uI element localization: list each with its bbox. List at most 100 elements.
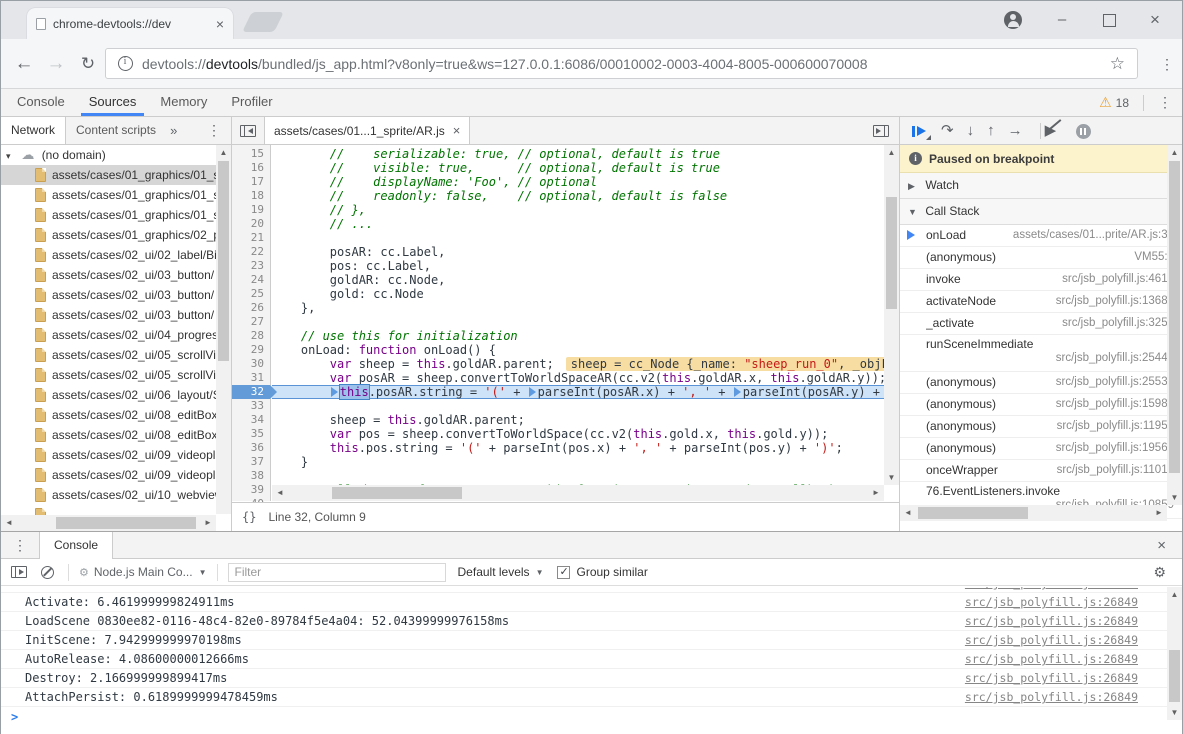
call-stack-frame[interactable]: (anonymous)src/jsb_polyfill.js:11958 [900,416,1182,438]
editor-vertical-scrollbar[interactable]: ▲ ▼ [884,145,899,485]
collapsed-icon[interactable]: ▶ [908,174,922,199]
call-stack-frame[interactable]: (anonymous)src/jsb_polyfill.js:25536 [900,372,1182,394]
collapse-navigator-icon[interactable] [240,125,256,137]
editor-horizontal-scrollbar[interactable]: ◄ ► [272,485,884,501]
console-vertical-scrollbar[interactable]: ▲ ▼ [1167,587,1182,720]
gutter-line-number[interactable]: 28 [232,329,270,343]
file-tree-item[interactable]: assets/cases/02_ui/03_button/ [1,285,231,305]
source-location-link[interactable]: src/jsb_polyfill.js:26849 [953,631,1138,649]
file-tree-item[interactable]: assets/cases/02_ui/08_editBox [1,425,231,445]
minimize-button[interactable]: – [1047,9,1077,31]
gutter-line-number[interactable]: 21 [232,231,270,245]
deactivate-breakpoints-icon[interactable]: ▶ [1045,118,1063,144]
tab-close-icon[interactable]: × [216,16,224,32]
gutter-line-number[interactable]: 19 [232,203,270,217]
profile-icon[interactable] [1004,11,1022,29]
file-tree-item[interactable]: assets/cases/02_ui/10_webview [1,485,231,505]
call-stack-frame[interactable]: activateNodesrc/jsb_polyfill.js:13682 [900,291,1182,313]
source-location-link[interactable]: src/jsb_polyfill.js:26849 [953,612,1138,630]
file-tree-item[interactable]: assets/cases/02_ui/06_layout/S [1,385,231,405]
expanded-icon[interactable]: ▼ [908,200,922,225]
gutter-line-number[interactable]: 36 [232,441,270,455]
browser-tab[interactable]: chrome-devtools://dev × [27,8,233,39]
file-tree-item[interactable]: assets/cases/01_graphics/02_p [1,225,231,245]
gutter-line-number[interactable]: 32 [232,385,270,399]
log-levels-dropdown[interactable]: Default levels ▼ [458,565,544,579]
scrollbar-thumb[interactable] [918,507,1028,519]
file-tree-item[interactable]: assets/cases/02_ui/02_label/Bi [1,245,231,265]
navigator-tab-network[interactable]: Network [1,117,66,144]
editor-tab[interactable]: assets/cases/01...1_sprite/AR.js × [264,117,470,144]
clear-console-icon[interactable] [41,566,54,579]
file-tree-item[interactable]: assets/cases/01_graphics/01_s [1,185,231,205]
gutter-line-number[interactable]: 24 [232,273,270,287]
sidebar-vertical-scrollbar[interactable]: ▲ ▼ [1167,145,1182,505]
file-tree-item[interactable]: assets/cases/02_ui/04_progres [1,325,231,345]
gutter-line-number[interactable]: 39 [232,483,270,497]
gutter-line-number[interactable]: 18 [232,189,270,203]
file-tree-item[interactable]: assets/cases/02_ui/05_scrollVi [1,365,231,385]
tab-memory[interactable]: Memory [152,89,215,116]
editor-code-area[interactable]: // serializable: true, // optional, defa… [272,145,884,501]
warning-badge[interactable]: ⚠ 18 [1099,94,1129,111]
file-tree-vertical-scrollbar[interactable]: ▲ [216,145,231,514]
inline-breakpoint-marker-icon[interactable] [734,387,741,397]
file-tree-item[interactable]: assets/cases/02_ui/09_videopl [1,465,231,485]
gutter-line-number[interactable]: 16 [232,161,270,175]
info-icon[interactable] [118,56,133,71]
scrollbar-thumb[interactable] [886,197,897,309]
inline-breakpoint-marker-icon[interactable] [529,387,536,397]
bookmark-star-icon[interactable]: ☆ [1110,54,1125,74]
gutter-line-number[interactable]: 26 [232,301,270,315]
frame-location[interactable]: src/jsb_polyfill.js:11958 [1049,416,1174,437]
call-stack-frame[interactable]: _activatesrc/jsb_polyfill.js:3258 [900,313,1182,335]
editor-tab-close-icon[interactable]: × [453,123,461,138]
gutter-line-number[interactable]: 17 [232,175,270,189]
watch-section-header[interactable]: ▶ Watch [900,173,1182,199]
back-icon[interactable]: ← [11,39,37,89]
frame-location[interactable]: src/jsb_polyfill.js:4610 [1054,269,1174,290]
group-similar-option[interactable]: Group similar [557,565,647,579]
file-tree-item[interactable]: assets/cases/02_ui/09_videopl [1,445,231,465]
gutter-line-number[interactable]: 30 [232,357,270,371]
call-stack-frame[interactable]: (anonymous)src/jsb_polyfill.js:15981 [900,394,1182,416]
source-location-link[interactable]: src/jsb_polyfill.js:26849 [953,593,1138,611]
drawer-close-icon[interactable]: × [1151,532,1172,559]
gutter-line-number[interactable]: 22 [232,245,270,259]
frame-location[interactable]: src/jsb_polyfill.js:19568 [1048,438,1174,459]
step-icon[interactable]: → [1008,118,1023,144]
show-console-sidebar-icon[interactable] [11,566,27,578]
file-tree-item[interactable]: assets/cases/02_ui/03_button/ [1,265,231,285]
scrollbar-thumb[interactable] [332,487,462,499]
frame-location[interactable]: src/jsb_polyfill.js:11014 [1049,460,1174,481]
file-tree-item[interactable]: assets/cases/02_ui/08_editBox [1,405,231,425]
gutter-line-number[interactable]: 35 [232,427,270,441]
frame-location[interactable]: src/jsb_polyfill.js:13682 [1048,291,1174,312]
new-tab-button[interactable] [242,12,284,32]
frame-location[interactable]: src/jsb_polyfill.js:25536 [1048,372,1174,393]
scrollbar-thumb[interactable] [1169,161,1180,473]
call-stack-frame[interactable]: (anonymous)VM55:3 [900,247,1182,269]
gutter-line-number[interactable]: 29 [232,343,270,357]
call-stack-frame[interactable]: invokesrc/jsb_polyfill.js:4610 [900,269,1182,291]
pause-on-exceptions-icon[interactable] [1076,124,1091,139]
call-stack-frame[interactable]: onceWrappersrc/jsb_polyfill.js:11014 [900,460,1182,482]
gutter-line-number[interactable]: 31 [232,371,270,385]
code-editor[interactable]: 1516171819202122232425262728293031323334… [232,145,899,531]
tab-profiler[interactable]: Profiler [223,89,280,116]
file-tree-root[interactable]: ▾ ☁ (no domain) [1,145,231,165]
source-location-link[interactable]: src/jsb_polyfill.js:26849 [953,688,1138,706]
call-stack-frame[interactable]: onLoadassets/cases/01...prite/AR.js:32 [900,225,1182,247]
gutter-line-number[interactable]: 37 [232,455,270,469]
tab-console[interactable]: Console [9,89,73,116]
file-tree-item[interactable]: assets/cases/01_graphics/01_s [1,205,231,225]
reload-icon[interactable]: ↻ [75,39,101,89]
inline-breakpoint-marker-icon[interactable] [331,387,338,397]
frame-location[interactable]: src/jsb_polyfill.js:3258 [1054,313,1174,334]
frame-location[interactable]: src/jsb_polyfill.js:25442 [926,352,1174,364]
file-tree-item[interactable]: assets/cases/02_ui/03_button/ [1,305,231,325]
console-prompt[interactable]: > [1,707,1182,727]
step-into-icon[interactable]: ↓ [967,118,975,144]
call-stack-section-header[interactable]: ▼ Call Stack [900,199,1182,225]
scrollbar-thumb[interactable] [1169,650,1180,702]
